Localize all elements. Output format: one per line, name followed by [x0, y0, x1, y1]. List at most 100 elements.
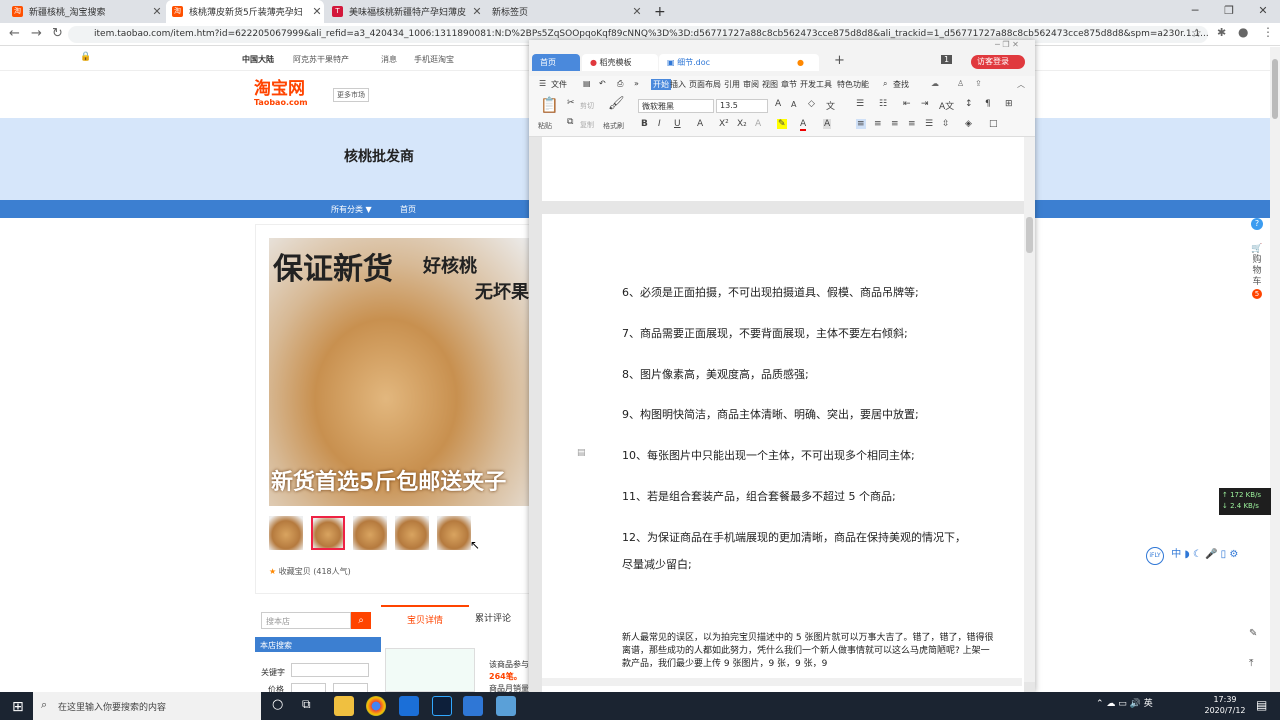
menu-review[interactable]: 审阅	[743, 79, 759, 90]
moon-icon[interactable]: ☾	[1193, 549, 1202, 560]
product-main-image[interactable]: 保证新货 好核桃 无坏果 新货首选5斤包邮送夹子	[269, 238, 529, 506]
punctuation-icon[interactable]: ◗	[1184, 549, 1189, 560]
chrome-icon[interactable]	[366, 696, 386, 716]
line-spacing-icon[interactable]: ⇳	[942, 119, 950, 129]
window-close-icon[interactable]: ✕	[1246, 0, 1280, 23]
doc-line[interactable]: 7、商品需要正面展现，不要背面展现，主体不要左右倾斜;	[622, 325, 908, 341]
font-name-select[interactable]: 微软雅黑	[638, 99, 714, 113]
distributed-icon[interactable]: ☰	[925, 119, 933, 129]
close-icon[interactable]: ✕	[310, 5, 324, 18]
hamburger-icon[interactable]: ☰	[539, 79, 546, 88]
increase-indent-icon[interactable]: ⇥	[921, 99, 929, 109]
close-icon[interactable]: ✕	[470, 5, 484, 18]
vertical-scrollbar[interactable]	[1024, 137, 1035, 682]
taobao-logo[interactable]: 淘宝网 Taobao.com	[254, 80, 308, 107]
scrollbar-thumb[interactable]	[1272, 59, 1278, 119]
chinese-layout-icon[interactable]: A文	[939, 99, 954, 112]
menu-developer[interactable]: 开发工具	[800, 79, 832, 90]
cortana-icon[interactable]: ○	[272, 697, 283, 712]
grow-font-icon[interactable]: A	[775, 99, 781, 109]
forward-icon[interactable]: →	[31, 26, 42, 41]
keyword-input[interactable]	[291, 663, 369, 677]
back-icon[interactable]: ←	[9, 26, 20, 41]
paste-icon[interactable]: 📋	[540, 96, 559, 114]
align-left-icon[interactable]: ≡	[856, 119, 866, 129]
document-page[interactable]	[542, 137, 1024, 201]
product-thumbnail[interactable]	[311, 516, 345, 550]
wps-tab-document[interactable]: ▣ 细节.doc ●	[659, 54, 819, 71]
menu-file[interactable]: 文件	[551, 79, 567, 90]
cloud-icon[interactable]: ☁	[931, 79, 939, 88]
restore-icon[interactable]: ❐	[1212, 0, 1246, 23]
ime-toolbar[interactable]: iFLY 中 ◗ ☾ 🎤 ▯ ⚙	[1146, 545, 1266, 565]
wps-icon[interactable]	[463, 696, 483, 716]
wps-new-tab-button[interactable]: +	[834, 53, 845, 68]
voice-icon[interactable]: 🎤	[1205, 549, 1217, 560]
search-icon[interactable]: ⌕	[351, 612, 371, 629]
star-icon[interactable]: ☆	[1191, 26, 1202, 40]
cart-widget[interactable]: 🛒 购物车 5	[1249, 244, 1265, 300]
horizontal-scrollbar[interactable]	[542, 678, 1022, 686]
tab-new-tab[interactable]: 新标签页 ✕	[486, 0, 644, 23]
menu-references[interactable]: 引用	[724, 79, 740, 90]
document-page[interactable]: 6、必须是正面拍摄，不可出现拍摄道具、假模、商品吊牌等; 7、商品需要正面展现，…	[542, 214, 1024, 692]
profile-icon[interactable]: ●	[1238, 25, 1248, 39]
numbering-icon[interactable]: ☷	[879, 99, 887, 109]
collapse-icon[interactable]: ︿	[1017, 79, 1025, 90]
paragraph-handle-icon[interactable]: ▤	[577, 448, 586, 458]
decrease-indent-icon[interactable]: ⇤	[903, 99, 911, 109]
back-to-top-icon[interactable]: ⤒	[1249, 658, 1253, 669]
settings-icon[interactable]: ⚙	[1229, 549, 1238, 560]
highlight-icon[interactable]: ✎	[777, 119, 787, 129]
font-size-select[interactable]: 13.5	[716, 99, 768, 113]
notification-icon[interactable]: ▤	[1256, 698, 1267, 712]
all-categories-link[interactable]: 所有分类 ▼	[331, 204, 372, 215]
window-count-badge[interactable]: 1	[941, 55, 953, 64]
product-thumbnail[interactable]	[353, 516, 387, 550]
shop-search-input[interactable]: 搜本店	[261, 612, 351, 629]
tab-item-details[interactable]: 宝贝详情	[381, 605, 469, 635]
underline-icon[interactable]: U	[674, 119, 681, 129]
task-view-icon[interactable]: ⧉	[302, 697, 311, 712]
align-right-icon[interactable]: ≡	[891, 119, 899, 129]
more-icon[interactable]: »	[634, 79, 639, 88]
wps-window-controls[interactable]: ─ ❐ ✕	[995, 40, 1019, 49]
font-color-icon[interactable]: A	[800, 119, 807, 131]
table-icon[interactable]: ⊞	[1005, 99, 1013, 109]
pinyin-icon[interactable]: 文	[826, 99, 835, 112]
doc-line[interactable]: 11、若是组合套装产品，组合套餐最多不超过 5 个商品;	[622, 488, 896, 504]
windows-start-icon[interactable]: ⊞	[12, 699, 24, 715]
sort-icon[interactable]: ↕	[965, 99, 973, 109]
system-tray[interactable]: ⌃ ☁ ▭ 🔊 英	[1096, 696, 1153, 709]
menu-insert[interactable]: 插入	[670, 79, 686, 90]
user-icon[interactable]: ♙	[957, 79, 964, 88]
wps-tab-home[interactable]: 首页	[532, 54, 580, 71]
doc-line[interactable]: 9、构图明快简洁，商品主体清晰、明确、突出，要居中放置;	[622, 406, 919, 422]
ime-mode[interactable]: 中	[1171, 549, 1181, 560]
photoshop-icon[interactable]	[432, 696, 452, 716]
menu-icon[interactable]: ⋮	[1262, 25, 1274, 39]
clock[interactable]: 17:39 2020/7/12	[1200, 694, 1250, 716]
superscript-icon[interactable]: X²	[719, 119, 729, 129]
taskbar-search[interactable]: ⌕ 在这里输入你要搜索的内容	[33, 692, 261, 720]
region-link[interactable]: 中国大陆	[242, 54, 274, 65]
market-dropdown[interactable]: 更多市场	[333, 88, 369, 102]
doc-line[interactable]: 10、每张图片中只能出现一个主体，不可出现多个相同主体;	[622, 447, 915, 463]
product-thumbnail[interactable]	[437, 516, 471, 550]
close-icon[interactable]: ✕	[150, 5, 164, 18]
app-icon[interactable]	[399, 696, 419, 716]
doc-paragraph[interactable]: 新人最常见的误区，以为拍完宝贝描述中的 5 张图片就可以万事大吉了。错了，错了，…	[622, 632, 994, 671]
product-thumbnail[interactable]	[269, 516, 303, 550]
page-scrollbar[interactable]	[1270, 47, 1280, 692]
save-icon[interactable]: ▤	[583, 79, 591, 88]
tab-reviews[interactable]: 累计评论	[475, 611, 511, 624]
share-icon[interactable]: ⇪	[975, 79, 982, 88]
tab-product-page[interactable]: 淘 核桃薄皮新货5斤装薄壳孕妇 ✕	[166, 0, 324, 23]
copy-label[interactable]: 复制	[580, 120, 594, 130]
align-center-icon[interactable]: ≡	[874, 119, 882, 129]
show-marks-icon[interactable]: ¶	[985, 99, 991, 109]
file-explorer-icon[interactable]	[334, 696, 354, 716]
menu-start[interactable]: 开始	[651, 79, 671, 90]
strikethrough-icon[interactable]: A	[697, 119, 703, 129]
wps-tab-docer[interactable]: ● 稻壳模板	[582, 54, 658, 71]
